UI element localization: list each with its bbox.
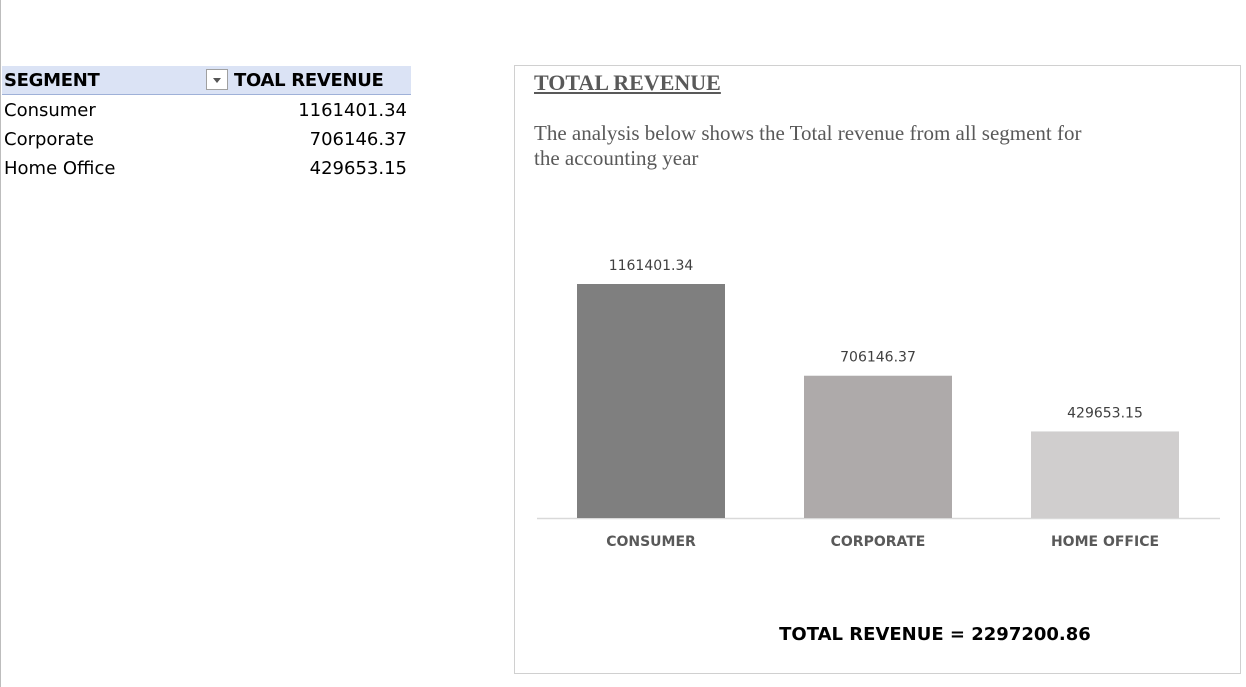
sheet-left-border — [0, 0, 1, 687]
segment-cell[interactable]: Home Office — [4, 158, 115, 179]
bar-chart-plot: 1161401.34 CONSUMER 706146.37 CORPORATE 4296… — [537, 258, 1220, 550]
total-revenue-label: TOTAL REVENUE = 2297200.86 — [779, 624, 1091, 645]
segment-column-header[interactable]: SEGMENT — [4, 70, 100, 91]
bar-consumer[interactable] — [577, 284, 725, 518]
chevron-down-icon — [213, 78, 221, 83]
filter-dropdown-button[interactable] — [206, 69, 228, 90]
data-label: 429653.15 — [1067, 405, 1143, 421]
segment-cell[interactable]: Corporate — [4, 129, 94, 150]
bar-home-office[interactable] — [1031, 431, 1179, 518]
category-tick-label: HOME OFFICE — [1051, 534, 1159, 550]
data-label: 706146.37 — [840, 350, 916, 366]
pivot-header-row: SEGMENT TOAL REVENUE — [2, 66, 411, 95]
category-tick-label: CORPORATE — [831, 534, 926, 550]
revenue-column-header[interactable]: TOAL REVENUE — [234, 70, 384, 91]
revenue-cell[interactable]: 706146.37 — [310, 129, 407, 150]
table-row[interactable]: Home Office 429653.15 — [2, 153, 411, 182]
table-row[interactable]: Corporate 706146.37 — [2, 124, 411, 153]
category-tick-label: CONSUMER — [606, 534, 696, 550]
bar-corporate[interactable] — [804, 375, 952, 518]
revenue-chart[interactable]: TOTAL REVENUE The analysis below shows t… — [514, 65, 1241, 674]
revenue-cell[interactable]: 1161401.34 — [298, 100, 407, 121]
table-row[interactable]: Consumer 1161401.34 — [2, 95, 411, 124]
revenue-cell[interactable]: 429653.15 — [310, 158, 407, 179]
pivot-table: SEGMENT TOAL REVENUE Consumer 1161401.34… — [2, 66, 411, 182]
data-label: 1161401.34 — [609, 258, 694, 274]
segment-cell[interactable]: Consumer — [4, 100, 96, 121]
